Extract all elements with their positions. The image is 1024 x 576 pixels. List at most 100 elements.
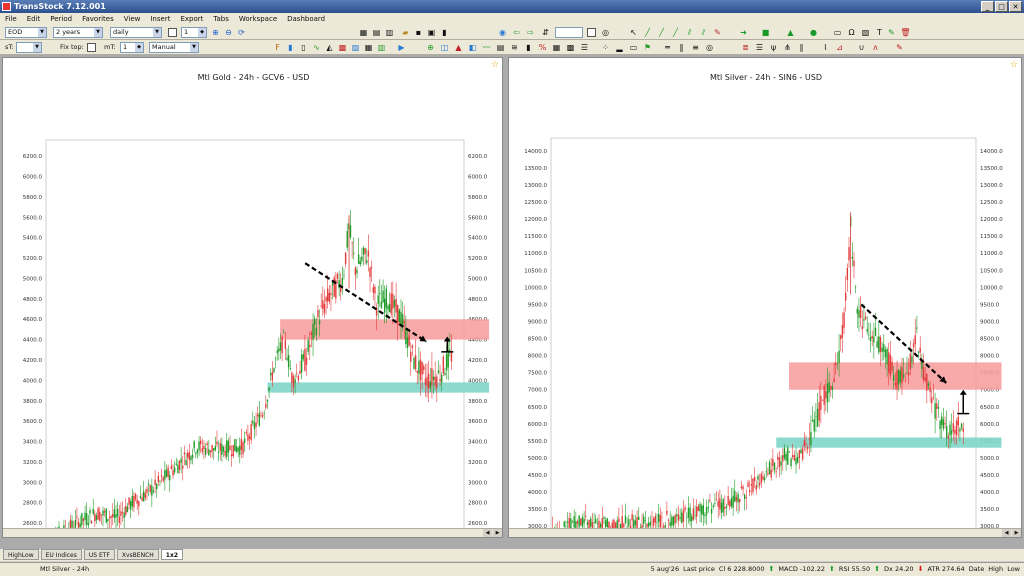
sort-icon[interactable]: ⇵ bbox=[540, 27, 551, 38]
levels-icon[interactable]: ≣ bbox=[740, 42, 751, 53]
fix-top-checkbox[interactable] bbox=[87, 43, 96, 52]
chart-area-icon[interactable]: ◭ bbox=[324, 42, 335, 53]
alert-icon[interactable]: ▲ bbox=[453, 42, 464, 53]
fib-circle-icon[interactable]: ◎ bbox=[704, 42, 715, 53]
info-icon[interactable]: ◧ bbox=[467, 42, 478, 53]
cursor-icon[interactable]: ↖ bbox=[628, 27, 639, 38]
zigzag-icon[interactable]: ʌ bbox=[870, 42, 881, 53]
scatter-icon[interactable]: ⁘ bbox=[600, 42, 611, 53]
tab-highlow[interactable]: HighLow bbox=[3, 549, 39, 560]
image-icon[interactable]: ▧ bbox=[860, 27, 871, 38]
close-button[interactable]: ✕ bbox=[1009, 1, 1022, 12]
delete-icon[interactable]: 🗑 bbox=[900, 27, 911, 38]
layout-icon[interactable]: ▥ bbox=[384, 27, 395, 38]
pitchfork-icon[interactable]: ψ bbox=[768, 42, 779, 53]
symbol-checkbox[interactable] bbox=[587, 28, 596, 37]
elliott-icon[interactable]: ⌇ bbox=[820, 42, 831, 53]
export-icon[interactable]: ▮ bbox=[439, 27, 450, 38]
menu-export[interactable]: Export bbox=[180, 13, 203, 25]
parallel-tool-icon[interactable]: ⫽ bbox=[698, 27, 709, 38]
scale-mode-select[interactable]: Manual ▼ bbox=[149, 42, 199, 53]
hline-icon[interactable]: ═ bbox=[662, 42, 673, 53]
back-arrow-icon[interactable]: ⇦ bbox=[511, 27, 522, 38]
forward-arrow-icon[interactable]: ⇨ bbox=[525, 27, 536, 38]
rectangle-tool-icon[interactable]: ■ bbox=[760, 27, 771, 38]
line-tool-icon[interactable]: ╱ bbox=[642, 27, 653, 38]
arc-icon[interactable]: ∪ bbox=[856, 42, 867, 53]
signal-icon[interactable]: ≋ bbox=[509, 42, 520, 53]
dataset-select[interactable]: EOD ▼ bbox=[5, 27, 47, 38]
minimize-button[interactable]: _ bbox=[981, 1, 994, 12]
speed-icon[interactable]: ▭ bbox=[628, 42, 639, 53]
scroll-right-icon[interactable]: ▶ bbox=[493, 529, 502, 537]
interval-select[interactable]: daily ▼ bbox=[110, 27, 162, 38]
ruler-icon[interactable]: ▭ bbox=[832, 27, 843, 38]
refresh-icon[interactable]: ⟳ bbox=[236, 27, 247, 38]
chart-bar-icon[interactable]: ▯ bbox=[298, 42, 309, 53]
fib-icon[interactable]: ≡ bbox=[690, 42, 701, 53]
menu-edit[interactable]: Edit bbox=[27, 13, 41, 25]
menu-view[interactable]: View bbox=[124, 13, 141, 25]
folder-icon[interactable]: ▰ bbox=[400, 27, 411, 38]
pencil-icon[interactable]: ✎ bbox=[886, 27, 897, 38]
gold-chart[interactable]: Mtl Gold - 24h - GCV6 - USD2200.02200.02… bbox=[3, 58, 504, 530]
gann-icon[interactable]: ⋔ bbox=[782, 42, 793, 53]
flag-icon[interactable]: ⚑ bbox=[642, 42, 653, 53]
circle-tool-icon[interactable]: ● bbox=[808, 27, 819, 38]
volume-icon[interactable]: ▥ bbox=[376, 42, 387, 53]
layers-icon[interactable]: ◫ bbox=[439, 42, 450, 53]
symbol-input[interactable] bbox=[555, 27, 583, 38]
count-stepper[interactable]: 1 ◆ bbox=[181, 27, 207, 38]
tab-eu-indices[interactable]: EU Indices bbox=[40, 549, 82, 560]
globe-icon[interactable]: ◉ bbox=[497, 27, 508, 38]
tab-xvsbench[interactable]: XvsBENCH bbox=[116, 549, 159, 560]
function-icon[interactable]: F bbox=[272, 42, 283, 53]
grid2-icon[interactable]: ▩ bbox=[565, 42, 576, 53]
menu-tabs[interactable]: Tabs bbox=[213, 13, 229, 25]
list-icon[interactable]: ☰ bbox=[579, 42, 590, 53]
zoom-in-icon[interactable]: ⊕ bbox=[210, 27, 221, 38]
menu-period[interactable]: Period bbox=[50, 13, 72, 25]
tab-1x2[interactable]: 1x2 bbox=[160, 549, 184, 560]
table-icon[interactable]: ▤ bbox=[371, 27, 382, 38]
grid-icon[interactable]: ▦ bbox=[358, 27, 369, 38]
st-input[interactable]: ▼ bbox=[16, 42, 42, 53]
cycle-icon[interactable]: ∥ bbox=[796, 42, 807, 53]
menu-workspace[interactable]: Workspace bbox=[239, 13, 277, 25]
stats-icon[interactable]: ▦ bbox=[551, 42, 562, 53]
scroll-left-icon[interactable]: ◀ bbox=[1002, 529, 1011, 537]
horizontal-scrollbar[interactable]: ◀ ▶ bbox=[3, 528, 502, 537]
zoom-out-icon[interactable]: ⊖ bbox=[223, 27, 234, 38]
ray-tool-icon[interactable]: ╱ bbox=[656, 27, 667, 38]
overlay-icon[interactable]: ▨ bbox=[350, 42, 361, 53]
mt-stepper[interactable]: 1 ◆ bbox=[120, 42, 144, 53]
range-select[interactable]: 2 years ▼ bbox=[53, 27, 103, 38]
bands-icon[interactable]: ☰ bbox=[754, 42, 765, 53]
scroll-left-icon[interactable]: ◀ bbox=[483, 529, 492, 537]
option-checkbox[interactable] bbox=[168, 28, 177, 37]
chart-candle-icon[interactable]: ▮ bbox=[285, 42, 296, 53]
menu-dashboard[interactable]: Dashboard bbox=[287, 13, 325, 25]
scroll-right-icon[interactable]: ▶ bbox=[1012, 529, 1021, 537]
chart-line-icon[interactable]: ∿ bbox=[311, 42, 322, 53]
brush-icon[interactable]: ✎ bbox=[894, 42, 905, 53]
print-icon[interactable]: ▣ bbox=[426, 27, 437, 38]
pen-tool-icon[interactable]: ✎ bbox=[712, 27, 723, 38]
menu-file[interactable]: File bbox=[5, 13, 17, 25]
arrow-tool-icon[interactable]: ➜ bbox=[738, 27, 749, 38]
calendar-icon[interactable]: ▦ bbox=[363, 42, 374, 53]
menu-favorites[interactable]: Favorites bbox=[82, 13, 114, 25]
silver-chart[interactable]: Mtl Silver - 24h - SIN6 - USD2000.02000.… bbox=[509, 58, 1023, 530]
triangle-tool-icon[interactable]: ▲ bbox=[785, 27, 796, 38]
tab-us-etf[interactable]: US ETF bbox=[83, 549, 115, 560]
vline-icon[interactable]: ‖ bbox=[676, 42, 687, 53]
text-tool-icon[interactable]: T bbox=[874, 27, 885, 38]
omega-icon[interactable]: Ω bbox=[846, 27, 857, 38]
candles-icon[interactable]: ▮ bbox=[523, 42, 534, 53]
target-icon[interactable]: ⊕ bbox=[425, 42, 436, 53]
histogram-icon[interactable]: ▂ bbox=[614, 42, 625, 53]
indicator-icon[interactable]: ▩ bbox=[337, 42, 348, 53]
trend-tool-icon[interactable]: ╱ bbox=[670, 27, 681, 38]
chart-panel-gold[interactable]: ☆ Mtl Gold - 24h - GCV6 - USD2200.02200.… bbox=[2, 57, 503, 538]
compass-icon[interactable]: ◎ bbox=[600, 27, 611, 38]
